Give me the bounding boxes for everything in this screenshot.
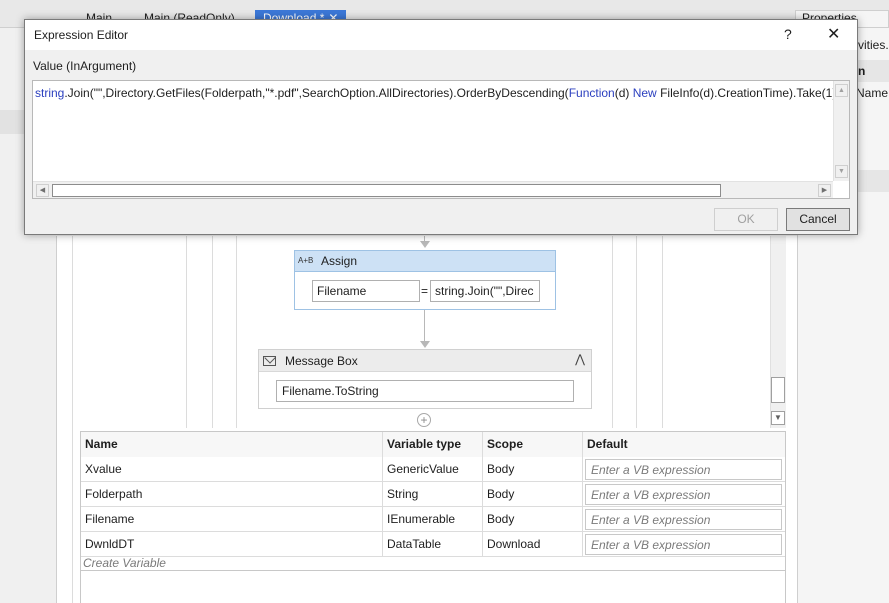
table-row[interactable]: Folderpath String Body Enter a VB expres… bbox=[81, 482, 785, 507]
assign-title: Assign bbox=[321, 254, 358, 268]
message-box-title: Message Box bbox=[285, 354, 358, 368]
dialog-body: Value (InArgument) string.Join("",Direct… bbox=[25, 50, 857, 234]
expression-editor-dialog: Expression Editor ? ✕ Value (InArgument)… bbox=[24, 19, 858, 235]
variable-name[interactable]: Folderpath bbox=[81, 482, 383, 507]
add-activity-icon[interactable]: + bbox=[417, 413, 431, 427]
scroll-left-icon[interactable]: ◀ bbox=[36, 184, 49, 197]
variables-panel: Name Variable type Scope Default Xvalue … bbox=[80, 431, 786, 571]
sequence-border bbox=[236, 236, 237, 428]
variable-type[interactable]: String bbox=[383, 482, 483, 507]
sequence-border bbox=[212, 236, 213, 428]
assign-activity[interactable]: A+B Assign Filename = string.Join("",Dir… bbox=[294, 250, 556, 310]
sequence-border bbox=[72, 236, 73, 603]
scroll-down-icon[interactable]: ▼ bbox=[835, 165, 848, 178]
table-row[interactable]: DwnldDT DataTable Download Enter a VB ex… bbox=[81, 532, 785, 557]
variable-default-input[interactable]: Enter a VB expression bbox=[585, 484, 782, 505]
variable-type[interactable]: DataTable bbox=[383, 532, 483, 557]
column-header-scope[interactable]: Scope bbox=[483, 432, 583, 457]
flow-arrow bbox=[420, 241, 430, 248]
display-name-label: Name bbox=[856, 86, 889, 100]
table-row[interactable]: Filename IEnumerable Body Enter a VB exp… bbox=[81, 507, 785, 532]
argument-label: Value (InArgument) bbox=[33, 59, 137, 73]
dialog-title: Expression Editor bbox=[34, 28, 129, 42]
variables-header-row: Name Variable type Scope Default bbox=[81, 432, 785, 457]
variable-name[interactable]: Xvalue bbox=[81, 457, 383, 482]
designer-scroll-thumb[interactable] bbox=[771, 377, 785, 403]
cancel-button[interactable]: Cancel bbox=[786, 208, 850, 231]
variable-default-input[interactable]: Enter a VB expression bbox=[585, 459, 782, 480]
variable-scope[interactable]: Body bbox=[483, 457, 583, 482]
sequence-border bbox=[186, 236, 187, 428]
variable-scope[interactable]: Body bbox=[483, 482, 583, 507]
column-header-type[interactable]: Variable type bbox=[383, 432, 483, 457]
variable-default-input[interactable]: Enter a VB expression bbox=[585, 534, 782, 555]
expression-text-area[interactable]: string.Join("",Directory.GetFiles(Folder… bbox=[32, 80, 850, 199]
variable-type[interactable]: GenericValue bbox=[383, 457, 483, 482]
editor-vertical-scrollbar[interactable]: ▲ ▼ bbox=[833, 81, 849, 181]
variable-name[interactable]: DwnldDT bbox=[81, 532, 383, 557]
variable-type[interactable]: IEnumerable bbox=[383, 507, 483, 532]
scroll-up-icon[interactable]: ▲ bbox=[835, 84, 848, 97]
ok-button[interactable]: OK bbox=[714, 208, 778, 231]
editor-horizontal-scrollbar[interactable]: ◀ ▶ bbox=[33, 181, 833, 198]
help-icon[interactable]: ? bbox=[784, 26, 792, 42]
flow-connector bbox=[424, 310, 425, 342]
sequence-border bbox=[612, 236, 613, 428]
variable-default-input[interactable]: Enter a VB expression bbox=[585, 509, 782, 530]
assign-value-field[interactable]: string.Join("",Direc bbox=[430, 280, 540, 302]
sequence-border bbox=[662, 236, 663, 428]
close-icon[interactable]: ✕ bbox=[827, 24, 840, 44]
message-box-header: Message Box ⋀ bbox=[259, 350, 591, 372]
message-box-activity[interactable]: Message Box ⋀ Filename.ToString bbox=[258, 349, 592, 409]
scroll-right-icon[interactable]: ▶ bbox=[818, 184, 831, 197]
envelope-icon bbox=[263, 356, 276, 366]
assign-icon: A+B bbox=[298, 256, 314, 265]
collapse-icon[interactable]: ⋀ bbox=[575, 352, 585, 366]
assign-to-field[interactable]: Filename bbox=[312, 280, 420, 302]
sequence-border bbox=[636, 236, 637, 428]
dialog-titlebar: Expression Editor ? ✕ bbox=[25, 20, 857, 50]
assign-header: A+B Assign bbox=[295, 251, 555, 272]
table-row[interactable]: Xvalue GenericValue Body Enter a VB expr… bbox=[81, 457, 785, 482]
variable-scope[interactable]: Download bbox=[483, 532, 583, 557]
scroll-down-icon[interactable]: ▼ bbox=[771, 411, 785, 425]
variable-scope[interactable]: Body bbox=[483, 507, 583, 532]
variable-name[interactable]: Filename bbox=[81, 507, 383, 532]
expression-text[interactable]: string.Join("",Directory.GetFiles(Folder… bbox=[35, 86, 842, 100]
column-header-default[interactable]: Default bbox=[583, 432, 785, 457]
horizontal-scroll-thumb[interactable] bbox=[52, 184, 721, 197]
message-text-field[interactable]: Filename.ToString bbox=[276, 380, 574, 402]
create-variable-link[interactable]: Create Variable bbox=[83, 556, 166, 570]
column-header-name[interactable]: Name bbox=[81, 432, 383, 457]
activity-type-label: vities.S bbox=[858, 38, 889, 52]
properties-column-label: n bbox=[858, 64, 866, 78]
flow-arrow bbox=[420, 341, 430, 348]
variables-panel-footer bbox=[80, 571, 786, 603]
assign-equals-sign: = bbox=[421, 284, 429, 298]
